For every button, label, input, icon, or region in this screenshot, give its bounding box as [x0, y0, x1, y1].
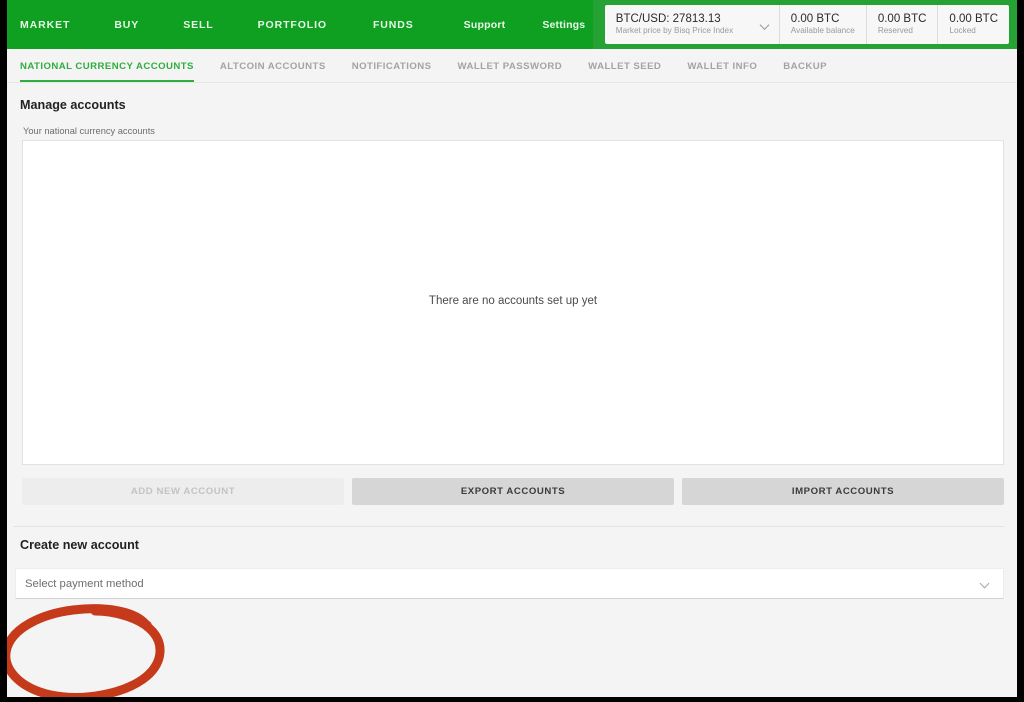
locked-balance-cell: 0.00 BTC Locked [938, 5, 1009, 44]
available-balance-value: 0.00 BTC [790, 12, 840, 25]
nav-item-support[interactable]: Support [464, 19, 506, 31]
chevron-down-icon[interactable] [761, 20, 770, 29]
tab-wallet-password[interactable]: WALLET PASSWORD [457, 61, 562, 82]
chevron-down-icon[interactable] [981, 580, 991, 590]
accounts-list-panel: There are no accounts set up yet [22, 140, 1004, 465]
nav-item-funds[interactable]: FUNDS [373, 13, 414, 37]
create-new-account-section: Create new account Select payment method [7, 527, 1017, 599]
export-accounts-button[interactable]: EXPORT ACCOUNTS [352, 478, 674, 505]
create-account-title: Create new account [20, 538, 139, 552]
market-price-value: BTC/USD: 27813.13 [615, 12, 721, 25]
top-navigation-bar: MARKET BUY SELL PORTFOLIO FUNDS Support … [7, 0, 1017, 49]
tab-backup[interactable]: BACKUP [783, 61, 827, 82]
page-body: Manage accounts Your national currency a… [7, 83, 1017, 697]
select-payment-method-value: Select payment method [25, 577, 144, 590]
locked-balance-value: 0.00 BTC [949, 12, 998, 25]
account-sub-tabs: NATIONAL CURRENCY ACCOUNTS ALTCOIN ACCOU… [7, 49, 1017, 83]
available-balance-label: Available balance [790, 26, 855, 36]
accounts-list-label: Your national currency accounts [23, 126, 155, 136]
reserved-balance-cell: 0.00 BTC Reserved [867, 5, 939, 44]
tab-notifications[interactable]: NOTIFICATIONS [352, 61, 432, 82]
reserved-balance-value: 0.00 BTC [877, 12, 927, 25]
tab-wallet-info[interactable]: WALLET INFO [687, 61, 757, 82]
available-balance-cell: 0.00 BTC Available balance [780, 5, 867, 44]
nav-item-sell[interactable]: SELL [183, 13, 213, 37]
select-payment-method-dropdown[interactable]: Select payment method [15, 568, 1004, 599]
payment-method-field: Select payment method [15, 568, 1004, 599]
locked-balance-label: Locked [949, 26, 976, 36]
tab-wallet-seed[interactable]: WALLET SEED [588, 61, 661, 82]
import-accounts-button[interactable]: IMPORT ACCOUNTS [682, 478, 1004, 505]
tab-altcoin-accounts[interactable]: ALTCOIN ACCOUNTS [220, 61, 326, 82]
nav-item-buy[interactable]: BUY [114, 13, 139, 37]
nav-item-market[interactable]: MARKET [20, 13, 70, 37]
nav-item-settings[interactable]: Settings [542, 19, 585, 31]
manage-accounts-section: Manage accounts Your national currency a… [7, 83, 1017, 527]
market-price-selector[interactable]: BTC/USD: 27813.13 Market price by Bisq P… [605, 5, 780, 44]
primary-nav-group: MARKET BUY SELL PORTFOLIO FUNDS [20, 13, 458, 37]
accounts-action-buttons: ADD NEW ACCOUNT EXPORT ACCOUNTS IMPORT A… [22, 478, 1004, 505]
bisq-application-window: MARKET BUY SELL PORTFOLIO FUNDS Support … [0, 0, 1024, 702]
market-price-and-balances: BTC/USD: 27813.13 Market price by Bisq P… [604, 5, 1009, 44]
add-new-account-button[interactable]: ADD NEW ACCOUNT [22, 478, 344, 505]
market-price-source: Market price by Bisq Price Index [615, 26, 734, 36]
accounts-empty-message: There are no accounts set up yet [428, 294, 598, 307]
annotation-ellipse-highlight [7, 604, 165, 697]
tab-national-currency-accounts[interactable]: NATIONAL CURRENCY ACCOUNTS [20, 61, 194, 82]
page-title: Manage accounts [20, 98, 126, 112]
nav-item-portfolio[interactable]: PORTFOLIO [258, 13, 327, 37]
reserved-balance-label: Reserved [877, 26, 913, 36]
